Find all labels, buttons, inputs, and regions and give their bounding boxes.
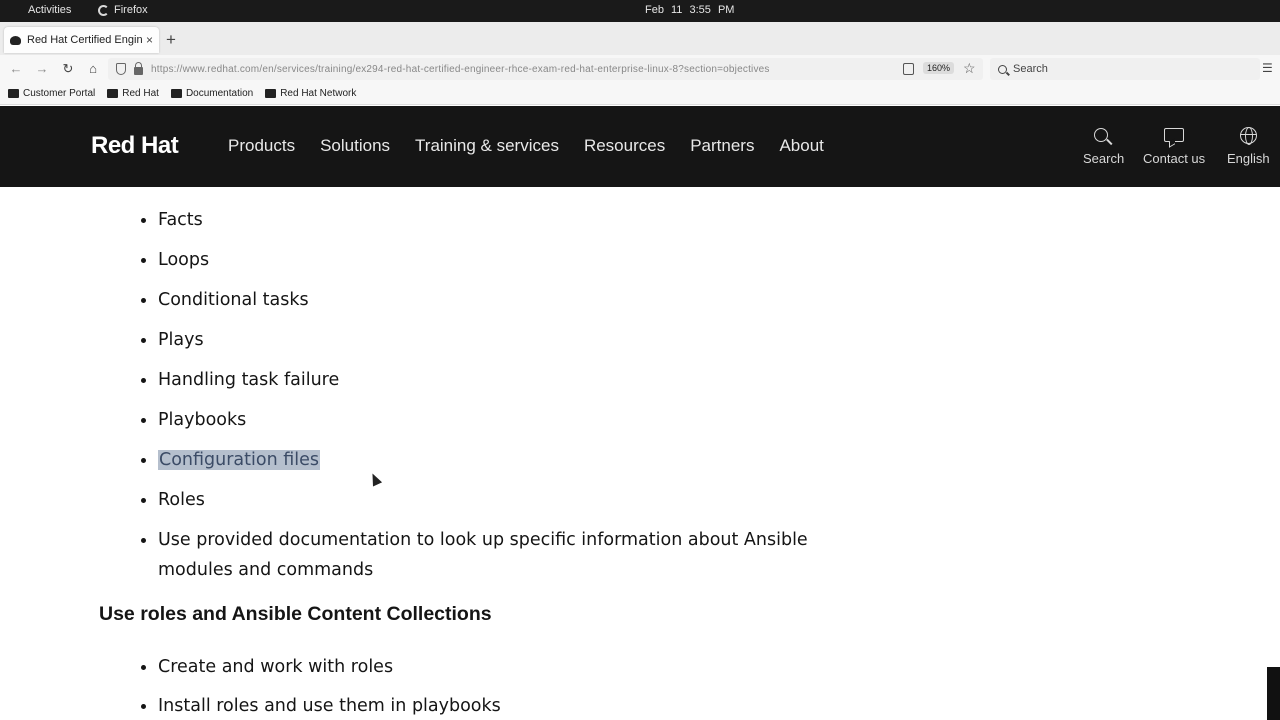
page-content: Facts Loops Conditional tasks Plays Hand… bbox=[0, 187, 1280, 720]
folder-icon bbox=[265, 89, 277, 98]
bookmark-label: Documentation bbox=[185, 88, 254, 99]
reload-icon[interactable]: ↻ bbox=[58, 59, 78, 79]
home-icon[interactable]: ⌂ bbox=[83, 59, 103, 79]
navigation-toolbar: ← → ↻ ⌂ https://www.redhat.com/en/servic… bbox=[0, 55, 1280, 83]
nav-training-services[interactable]: Training & services bbox=[415, 136, 559, 156]
list-item: Plays bbox=[140, 325, 840, 355]
text-selection: Configuration files bbox=[158, 450, 321, 470]
bookmark-label: Customer Portal bbox=[23, 88, 96, 99]
list-item: Conditional tasks bbox=[140, 285, 840, 315]
search-box[interactable]: Search bbox=[990, 58, 1260, 80]
nav-partners[interactable]: Partners bbox=[690, 136, 754, 156]
bookmark-red-hat-network[interactable]: Red Hat Network bbox=[265, 88, 356, 99]
clock[interactable]: Feb 11 3:55 PM bbox=[645, 4, 734, 16]
list-item: Playbooks bbox=[140, 405, 840, 435]
app-menu[interactable]: Firefox bbox=[98, 4, 148, 16]
bookmark-label: Red Hat Network bbox=[280, 88, 357, 99]
firefox-icon bbox=[98, 4, 109, 16]
new-tab-button[interactable]: + bbox=[166, 30, 176, 50]
bookmark-documentation[interactable]: Documentation bbox=[170, 88, 254, 99]
bookmark-star-icon[interactable]: ☆ bbox=[963, 60, 976, 77]
masthead-search-button[interactable]: Search bbox=[1083, 124, 1124, 166]
lock-icon[interactable] bbox=[134, 62, 143, 75]
tab-strip: Red Hat Certified Engineer × + bbox=[0, 22, 1280, 55]
bookmark-label: Red Hat bbox=[122, 88, 159, 99]
app-name: Firefox bbox=[114, 4, 148, 16]
bookmarks-bar: Customer Portal Red Hat Documentation Re… bbox=[0, 83, 1280, 105]
tab-title: Red Hat Certified Engineer bbox=[27, 34, 143, 46]
browser-tab[interactable]: Red Hat Certified Engineer × bbox=[4, 27, 159, 53]
system-top-bar: Activities Firefox Feb 11 3:55 PM bbox=[0, 0, 1280, 22]
nav-solutions[interactable]: Solutions bbox=[320, 136, 390, 156]
language-button[interactable]: English bbox=[1227, 124, 1270, 166]
main-navigation: Products Solutions Training & services R… bbox=[228, 136, 824, 156]
close-tab-icon[interactable]: × bbox=[146, 33, 153, 47]
url-host: https://www.redhat.com bbox=[151, 63, 260, 75]
search-icon bbox=[1093, 128, 1108, 142]
folder-icon bbox=[8, 89, 19, 98]
back-arrow-icon[interactable]: ← bbox=[6, 59, 26, 79]
window-edge bbox=[1267, 667, 1280, 720]
contact-label: Contact us bbox=[1143, 151, 1206, 166]
hamburger-menu-icon[interactable]: ☰ bbox=[1262, 62, 1274, 75]
globe-icon bbox=[1239, 126, 1257, 145]
folder-icon bbox=[107, 89, 119, 98]
contact-us-button[interactable]: Contact us bbox=[1143, 124, 1205, 166]
site-masthead: Red Hat Products Solutions Training & se… bbox=[0, 106, 1280, 187]
list-item: Loops bbox=[140, 245, 840, 275]
forward-arrow-icon[interactable]: → bbox=[32, 59, 52, 79]
objectives-list: Facts Loops Conditional tasks Plays Hand… bbox=[140, 205, 840, 585]
url-text[interactable]: https://www.redhat.com/en/services/train… bbox=[151, 64, 770, 75]
list-item: Use provided documentation to look up sp… bbox=[140, 525, 840, 585]
list-item: Install roles and use them in playbooks bbox=[140, 691, 501, 720]
zoom-level[interactable]: 160% bbox=[923, 62, 955, 74]
language-label: English bbox=[1227, 151, 1270, 166]
folder-icon bbox=[170, 89, 182, 98]
search-label: Search bbox=[1083, 151, 1125, 166]
shield-icon[interactable] bbox=[116, 63, 126, 75]
list-item: Roles bbox=[140, 485, 840, 515]
nav-about[interactable]: About bbox=[779, 136, 823, 156]
nav-resources[interactable]: Resources bbox=[584, 136, 665, 156]
address-bar[interactable]: https://www.redhat.com/en/services/train… bbox=[108, 58, 983, 80]
reader-view-icon[interactable] bbox=[903, 63, 914, 75]
bookmark-red-hat[interactable]: Red Hat bbox=[107, 88, 159, 99]
section-heading: Use roles and Ansible Content Collection… bbox=[99, 603, 492, 625]
red-hat-logo[interactable]: Red Hat bbox=[91, 132, 179, 160]
search-placeholder: Search bbox=[1013, 63, 1048, 75]
bookmark-customer-portal[interactable]: Customer Portal bbox=[8, 88, 95, 99]
activities-button[interactable]: Activities bbox=[28, 4, 71, 16]
section-list: Create and work with roles Install roles… bbox=[140, 652, 501, 720]
url-path: /en/services/training/ex294-red-hat-cert… bbox=[259, 63, 770, 75]
nav-products[interactable]: Products bbox=[228, 136, 295, 156]
chat-bubble-icon bbox=[1164, 128, 1185, 142]
list-item-highlighted: Configuration files bbox=[140, 445, 840, 475]
list-item: Handling task failure bbox=[140, 365, 840, 395]
list-item: Facts bbox=[140, 205, 840, 235]
redhat-favicon-icon bbox=[10, 35, 21, 45]
list-item: Create and work with roles bbox=[140, 652, 501, 682]
search-icon bbox=[998, 64, 1007, 74]
